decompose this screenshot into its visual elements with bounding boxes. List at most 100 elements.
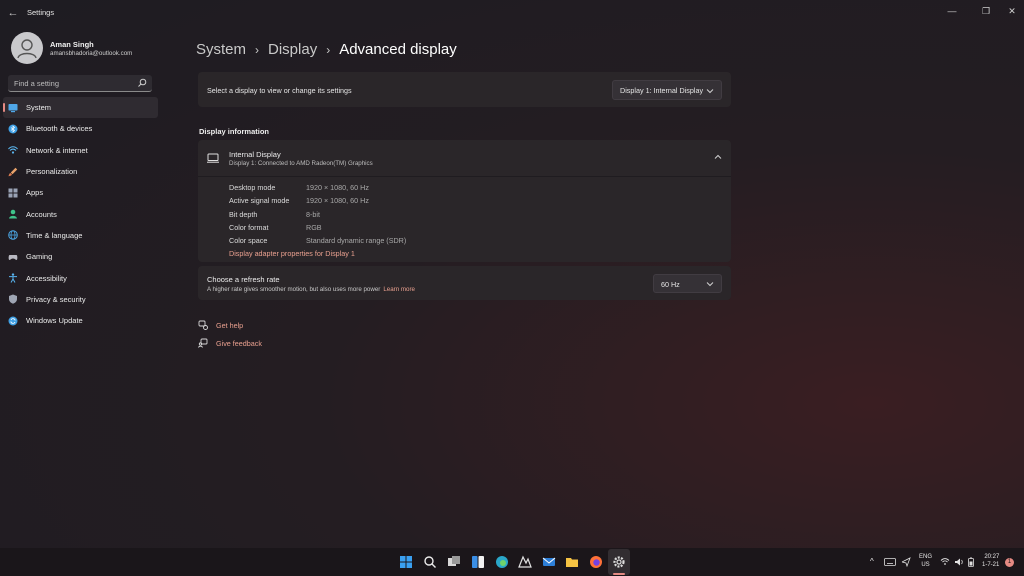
system-icon	[8, 103, 18, 113]
refresh-rate-value: 60 Hz	[661, 280, 680, 289]
start-icon[interactable]	[399, 555, 413, 569]
wifi-icon	[8, 145, 18, 155]
display-dropdown[interactable]: Display 1: Internal Display	[612, 80, 722, 100]
apps-icon	[8, 188, 18, 198]
sidebar-item-personalization[interactable]: Personalization	[3, 161, 158, 182]
chevron-up-icon[interactable]	[714, 154, 722, 160]
search-input[interactable]: Find a setting	[14, 79, 59, 88]
clock[interactable]: 20:27 1-7-21	[982, 553, 999, 576]
pen-icon[interactable]	[901, 557, 911, 567]
breadcrumb: System › Display › Advanced display	[196, 41, 457, 63]
settings-search[interactable]: Find a setting	[8, 75, 152, 92]
title-bar: ← Settings — ❐ ✕	[0, 0, 1024, 26]
sidebar-item-label: System	[26, 103, 52, 113]
help-icon	[198, 320, 208, 330]
breadcrumb-display[interactable]: Display	[268, 41, 317, 58]
sidebar-item-windows-update[interactable]: Windows Update	[3, 310, 158, 331]
user-email: amansbhadoria@outlook.com	[50, 50, 133, 57]
sidebar-item-privacy-security[interactable]: Privacy & security	[3, 289, 158, 310]
sidebar-item-accounts[interactable]: Accounts	[3, 203, 158, 224]
breadcrumb-separator: ›	[326, 43, 331, 57]
info-value: RGB	[306, 223, 322, 232]
tray-overflow-icon[interactable]: ^	[870, 557, 874, 576]
give-feedback-link[interactable]: Give feedback	[198, 337, 262, 349]
sidebar-item-label: Personalization	[26, 167, 78, 177]
edge-icon[interactable]	[495, 555, 509, 569]
battery-icon[interactable]	[966, 557, 976, 567]
globe-clock-icon	[8, 230, 18, 241]
info-key: Color format	[229, 223, 269, 232]
refresh-rate-card: Choose a refresh rate A higher rate give…	[198, 266, 731, 300]
learn-more-link[interactable]: Learn more	[383, 286, 415, 293]
info-value: 1920 × 1080, 60 Hz	[306, 183, 369, 192]
active-app-indicator	[613, 573, 625, 575]
display-dropdown-value: Display 1: Internal Display	[620, 86, 704, 95]
task-view-icon[interactable]	[447, 555, 461, 569]
sidebar-item-label: Privacy & security	[26, 294, 86, 304]
accounts-icon	[8, 209, 18, 219]
sidebar-item-network-internet[interactable]: Network & internet	[3, 140, 158, 161]
widgets-icon[interactable]	[471, 555, 485, 569]
breadcrumb-system[interactable]: System	[196, 41, 246, 58]
sidebar-item-accessibility[interactable]: Accessibility	[3, 267, 158, 288]
notification-badge[interactable]: 1	[1005, 558, 1014, 567]
sidebar-item-bluetooth-devices[interactable]: Bluetooth & devices	[3, 118, 158, 139]
sidebar-item-label: Bluetooth & devices	[26, 124, 93, 134]
info-value: 8-bit	[306, 210, 320, 219]
taskbar-search-icon[interactable]	[423, 555, 437, 569]
refresh-rate-description: A higher rate gives smoother motion, but…	[207, 286, 415, 293]
volume-icon[interactable]	[954, 557, 964, 567]
settings-icon[interactable]	[612, 555, 626, 569]
bluetooth-icon	[8, 124, 18, 134]
shield-icon	[8, 294, 18, 305]
sidebar-item-system[interactable]: System	[3, 97, 158, 119]
monitor-icon	[207, 153, 219, 163]
close-button[interactable]: ✕	[1004, 4, 1020, 18]
adapter-properties-link[interactable]: Display adapter properties for Display 1	[229, 249, 355, 258]
language-indicator[interactable]: ENG US	[919, 553, 932, 576]
avatar	[11, 32, 43, 64]
restore-button[interactable]: ❐	[978, 4, 994, 18]
section-title: Display information	[199, 127, 270, 136]
display-info-header[interactable]: Internal Display Display 1: Connected to…	[198, 140, 731, 177]
language-label: ENG	[919, 554, 933, 560]
feedback-icon	[198, 338, 208, 348]
get-help-label[interactable]: Get help	[216, 321, 243, 330]
get-help-link[interactable]: Get help	[198, 319, 243, 331]
mail-icon[interactable]	[542, 555, 556, 569]
refresh-rate-subtitle: A higher rate gives smoother motion, but…	[207, 286, 381, 293]
minimize-button[interactable]: —	[944, 4, 960, 18]
date-label: 1-7-21	[982, 562, 1000, 568]
sidebar-item-time-language[interactable]: Time & language	[3, 225, 158, 246]
sidebar-nav: System Bluetooth & devices Network & inter…	[3, 97, 158, 331]
display-select-label: Select a display to view or change its s…	[207, 86, 352, 95]
chevron-down-icon	[706, 282, 714, 287]
app-title: Settings	[27, 8, 55, 17]
back-button[interactable]: ←	[6, 6, 20, 20]
keyboard-icon[interactable]	[884, 558, 896, 566]
region-label: US	[921, 562, 930, 568]
display-select-card: Select a display to view or change its s…	[198, 72, 731, 107]
search-icon[interactable]	[137, 78, 147, 88]
refresh-rate-title: Choose a refresh rate	[207, 275, 280, 284]
sidebar-item-label: Accessibility	[26, 273, 67, 283]
firefox-icon[interactable]	[589, 555, 603, 569]
sidebar-item-label: Time & language	[26, 230, 83, 240]
user-icon	[17, 39, 37, 59]
sidebar-item-apps[interactable]: Apps	[3, 182, 158, 203]
sidebar-item-label: Apps	[26, 188, 44, 198]
sidebar-item-label: Accounts	[26, 209, 57, 219]
file-explorer-icon[interactable]	[565, 555, 579, 569]
accessibility-icon	[8, 273, 18, 283]
refresh-rate-dropdown[interactable]: 60 Hz	[653, 274, 722, 293]
photos-icon[interactable]	[518, 555, 532, 569]
breadcrumb-separator: ›	[255, 43, 260, 57]
info-key: Bit depth	[229, 210, 258, 219]
give-feedback-label[interactable]: Give feedback	[216, 339, 262, 348]
time-label: 20:27	[984, 554, 1000, 560]
sidebar-item-gaming[interactable]: Gaming	[3, 246, 158, 267]
wifi-icon[interactable]	[940, 557, 950, 566]
taskbar: ^ ENG US 20:27 1-7-21 1	[0, 548, 1024, 576]
gaming-icon	[8, 252, 18, 262]
info-key: Active signal mode	[229, 196, 290, 205]
